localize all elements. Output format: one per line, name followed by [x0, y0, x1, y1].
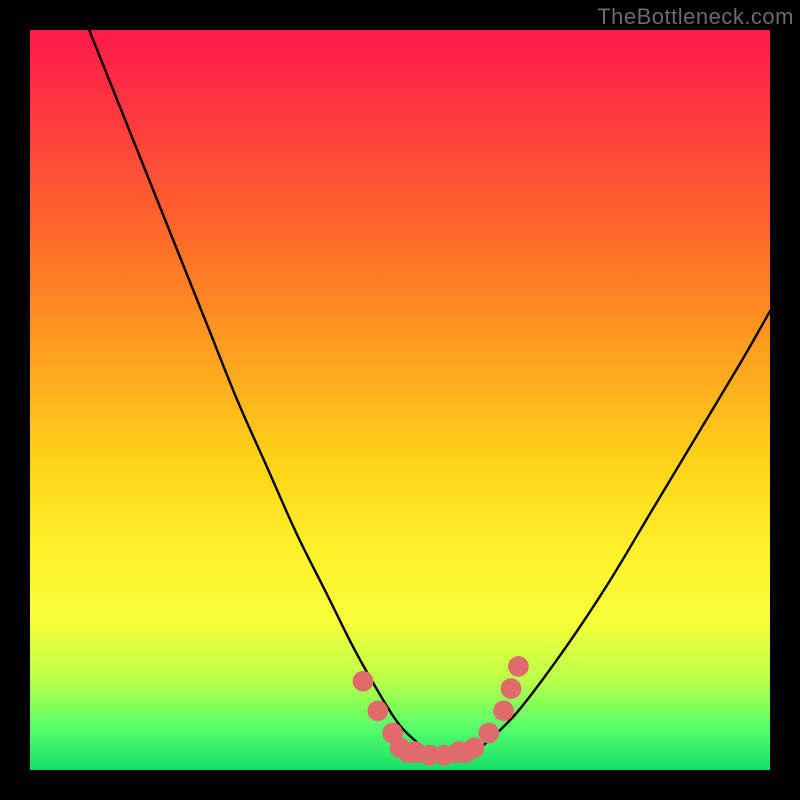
chart-svg [30, 30, 770, 770]
chart-frame: TheBottleneck.com [0, 0, 800, 800]
highlight-dot [501, 678, 522, 699]
highlight-dot [478, 723, 499, 744]
highlight-dot [367, 700, 388, 721]
curve-line [89, 30, 770, 756]
highlight-markers [353, 656, 529, 766]
highlight-dot [508, 656, 529, 677]
watermark-text: TheBottleneck.com [597, 4, 794, 30]
highlight-dot [353, 671, 374, 692]
highlight-dot [464, 737, 485, 758]
highlight-dot [493, 700, 514, 721]
plot-area [30, 30, 770, 770]
